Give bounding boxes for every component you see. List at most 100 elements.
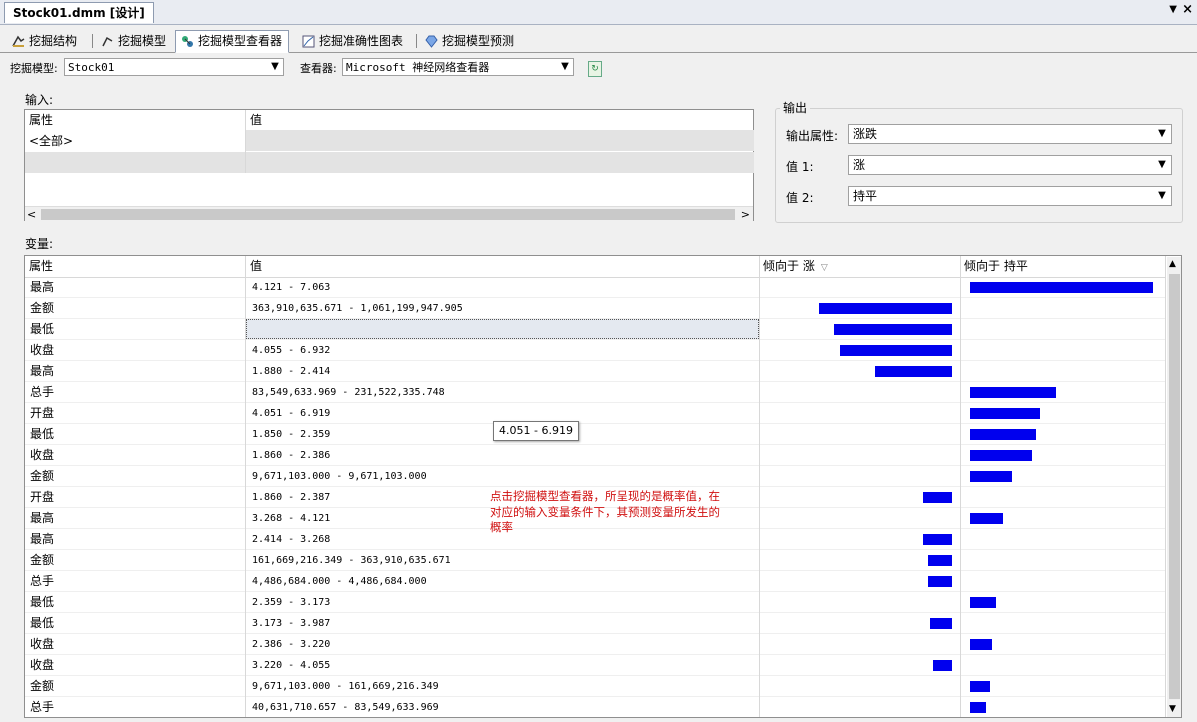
- chevron-down-icon: ▼: [271, 61, 279, 72]
- variables-section-label: 变量:: [25, 237, 54, 251]
- attribute-cell: 最低: [30, 427, 55, 441]
- attribute-cell: 总手: [30, 574, 55, 588]
- favors1-bar: [930, 618, 952, 629]
- favors2-bar: [970, 681, 990, 692]
- model-select[interactable]: Stock01 ▼: [64, 58, 284, 76]
- accuracy-chart-icon: [302, 35, 315, 48]
- input-header-value[interactable]: 值: [246, 110, 746, 130]
- table-row[interactable]: 最高 1.880 - 2.414: [25, 361, 1165, 382]
- table-row[interactable]: 开盘 4.051 - 6.919: [25, 403, 1165, 424]
- mining-structure-icon: [12, 35, 25, 47]
- scrollbar-thumb[interactable]: [1169, 274, 1180, 699]
- value-cell: 1.880 - 2.414: [252, 366, 331, 377]
- document-tab[interactable]: Stock01.dmm [设计]: [4, 2, 154, 23]
- table-row[interactable]: 总手 4,486,684.000 - 4,486,684.000: [25, 571, 1165, 592]
- scroll-down-icon[interactable]: ▼: [1169, 702, 1176, 717]
- value1-value: 涨: [853, 158, 866, 172]
- value-cell: 2.414 - 3.268: [252, 534, 331, 545]
- favors1-bar: [928, 576, 952, 587]
- attribute-cell: 收盘: [30, 637, 55, 651]
- scroll-up-icon[interactable]: ▲: [1169, 257, 1176, 272]
- value1-select[interactable]: 涨 ▼: [848, 155, 1172, 175]
- sort-descending-icon: ▽: [820, 263, 828, 273]
- tab-accuracy-chart[interactable]: 挖掘准确性图表: [296, 30, 410, 53]
- attribute-cell: 开盘: [30, 406, 55, 420]
- table-row[interactable]: 最高 4.121 - 7.063: [25, 277, 1165, 298]
- attribute-cell: 最低: [30, 595, 55, 609]
- favors2-bar: [970, 429, 1036, 440]
- selected-value-cell[interactable]: [246, 319, 759, 339]
- table-row[interactable]: 金额 9,671,103.000 - 9,671,103.000: [25, 466, 1165, 487]
- output-attribute-select[interactable]: 涨跌 ▼: [848, 124, 1172, 144]
- model-viewer-icon: [182, 36, 193, 47]
- vertical-scrollbar[interactable]: ▲ ▼: [1167, 257, 1181, 717]
- tab-model-prediction[interactable]: 挖掘模型预测: [419, 30, 521, 53]
- tab-divider: [416, 34, 417, 48]
- table-row[interactable]: 金额 363,910,635.671 - 1,061,199,947.905: [25, 298, 1165, 319]
- column-divider: [960, 256, 961, 717]
- annotation-note: 点击挖掘模型查看器，所呈现的是概率值，在对应的输入变量条件下，其预测变量所发生的…: [490, 489, 720, 534]
- favors1-bar: [928, 555, 952, 566]
- variables-header-favors2[interactable]: 倾向于 持平: [960, 256, 1165, 277]
- tab-menu-arrow-icon[interactable]: ▼: [1169, 4, 1177, 15]
- output-attribute-value: 涨跌: [853, 127, 878, 141]
- input-value-cell[interactable]: [246, 130, 754, 151]
- input-new-row[interactable]: [25, 152, 754, 173]
- input-section-label: 输入:: [25, 93, 54, 107]
- value-cell: 9,671,103.000 - 9,671,103.000: [252, 471, 427, 482]
- favors1-bar: [933, 660, 952, 671]
- favors1-bar: [875, 366, 952, 377]
- value-cell: 161,669,216.349 - 363,910,635.671: [252, 555, 451, 566]
- model-select-value: Stock01: [68, 61, 115, 74]
- input-header-attr[interactable]: 属性: [25, 110, 245, 130]
- value-cell: 4.051 - 6.919: [252, 408, 331, 419]
- table-row[interactable]: 收盘 2.386 - 3.220: [25, 634, 1165, 655]
- input-grid[interactable]: 属性 值 <全部> < >: [24, 109, 754, 222]
- attribute-cell: 收盘: [30, 658, 55, 672]
- table-row[interactable]: 最低 3.173 - 3.987: [25, 613, 1165, 634]
- tab-mining-structure[interactable]: 挖掘结构: [6, 30, 84, 53]
- table-row[interactable]: 收盘 3.220 - 4.055: [25, 655, 1165, 676]
- variables-header-row: 属性 值 倾向于 涨 ▽ 倾向于 持平: [25, 256, 1165, 278]
- attribute-cell: 金额: [30, 469, 55, 483]
- variables-header-attr[interactable]: 属性: [25, 256, 246, 277]
- tab-mining-model[interactable]: 挖掘模型: [95, 30, 173, 53]
- chevron-down-icon: ▼: [1158, 190, 1166, 201]
- chevron-down-icon: ▼: [1158, 128, 1166, 139]
- favors2-bar: [970, 450, 1032, 461]
- tab-model-viewer[interactable]: 挖掘模型查看器: [175, 30, 290, 53]
- input-attribute-cell[interactable]: <全部>: [29, 131, 73, 151]
- table-row[interactable]: 最低 1.850 - 2.359: [25, 424, 1165, 445]
- table-row[interactable]: 总手 83,549,633.969 - 231,522,335.748: [25, 382, 1165, 403]
- favors1-bar: [819, 303, 952, 314]
- scrollbar-thumb[interactable]: [41, 209, 735, 220]
- attribute-cell: 金额: [30, 301, 55, 315]
- favors2-bar: [970, 639, 992, 650]
- value-cell: 9,671,103.000 - 161,669,216.349: [252, 681, 439, 692]
- attribute-cell: 收盘: [30, 343, 55, 357]
- value-cell: 3.268 - 4.121: [252, 513, 331, 524]
- variables-header-value[interactable]: 值: [246, 256, 759, 277]
- close-icon[interactable]: ×: [1182, 2, 1193, 17]
- horizontal-scrollbar[interactable]: < >: [25, 206, 753, 222]
- attribute-cell: 最高: [30, 364, 55, 378]
- value1-label: 值 1:: [786, 160, 814, 174]
- document-tab-strip: Stock01.dmm [设计] ▼ ×: [0, 0, 1197, 25]
- variables-grid[interactable]: 属性 值 倾向于 涨 ▽ 倾向于 持平 最高 4.121 - 7.063 金额 363,…: [24, 255, 1182, 718]
- scroll-right-icon[interactable]: >: [741, 207, 750, 222]
- value2-select[interactable]: 持平 ▼: [848, 186, 1172, 206]
- table-row[interactable]: 收盘 4.055 - 6.932: [25, 340, 1165, 361]
- value-tooltip: 4.051 - 6.919: [493, 421, 579, 441]
- table-row[interactable]: 最低 2.359 - 3.173: [25, 592, 1165, 613]
- table-row[interactable]: 收盘 1.860 - 2.386: [25, 445, 1165, 466]
- refresh-icon[interactable]: ↻: [588, 61, 602, 77]
- table-row[interactable]: 金额 9,671,103.000 - 161,669,216.349: [25, 676, 1165, 697]
- value-cell: 2.386 - 3.220: [252, 639, 331, 650]
- column-divider: [245, 256, 246, 717]
- variables-header-favors1[interactable]: 倾向于 涨 ▽: [759, 256, 960, 277]
- viewer-select[interactable]: Microsoft 神经网络查看器 ▼: [342, 58, 574, 76]
- table-row[interactable]: 总手 40,631,710.657 - 83,549,633.969: [25, 697, 1165, 717]
- scroll-left-icon[interactable]: <: [27, 207, 36, 222]
- tab-divider: [92, 34, 93, 48]
- table-row[interactable]: 金额 161,669,216.349 - 363,910,635.671: [25, 550, 1165, 571]
